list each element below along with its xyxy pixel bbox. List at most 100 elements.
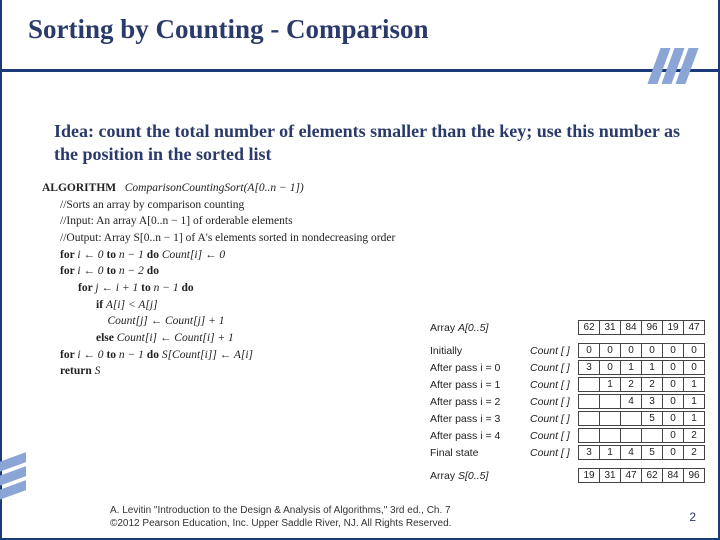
count-label: Count [ ] [530,413,578,425]
footer-citation: A. Levitin "Introduction to the Design &… [110,505,451,530]
trace-row-label: After pass i = 0 [430,362,530,374]
table-cell [620,411,642,426]
trace-row: Final stateCount [ ]314502 [430,445,710,460]
table-cell: 2 [641,377,663,392]
table-cell [620,428,642,443]
table-cell: 2 [683,428,705,443]
table-cell: 0 [662,343,684,358]
trace-row: After pass i = 4Count [ ] 02 [430,428,710,443]
table-cell: 0 [683,360,705,375]
table-cell: 0 [599,343,621,358]
table-cell: 1 [599,377,621,392]
table-cell: 31 [599,320,621,335]
count-label: Count [ ] [530,396,578,408]
table-cell: 2 [620,377,642,392]
table-cell: 96 [641,320,663,335]
table-cell: 1 [641,360,663,375]
algo-name: ComparisonCountingSort(A[0..n − 1]) [125,182,304,194]
trace-row-label: After pass i = 1 [430,379,530,391]
table-cell [578,394,600,409]
trace-row-label: Initially [430,345,530,357]
algo-header: ALGORITHM ComparisonCountingSort(A[0..n … [42,180,450,197]
table-cell: 0 [662,377,684,392]
table-cell: 3 [641,394,663,409]
count-label: Count [ ] [530,430,578,442]
table-cell: 1 [683,377,705,392]
algorithm-box: ALGORITHM ComparisonCountingSort(A[0..n … [36,175,456,385]
table-cell [578,377,600,392]
algo-line4: if A[i] < A[j] [42,297,450,314]
algo-line8: return S [42,363,450,380]
table-cell: 4 [620,445,642,460]
idea-paragraph: Idea: count the total number of elements… [54,120,684,166]
table-cell: 62 [578,320,600,335]
trace-row: After pass i = 1Count [ ]12201 [430,377,710,392]
page-number: 2 [689,510,696,524]
table-cell: 2 [683,445,705,460]
algo-comment3: //Output: Array S[0..n − 1] of A's eleme… [42,230,450,247]
footer-line2: ©2012 Pearson Education, Inc. Upper Sadd… [110,518,451,531]
trace-row: InitiallyCount [ ]000000 [430,343,710,358]
table-cell [599,411,621,426]
table-cell: 1 [683,411,705,426]
table-cell: 0 [662,394,684,409]
algo-comment1: //Sorts an array by comparison counting [42,197,450,214]
count-label: Count [ ] [530,362,578,374]
algo-line2: for i ← 0 to n − 2 do [42,263,450,280]
decoration-bottom-left [0,454,26,496]
table-cell: 0 [578,343,600,358]
algo-comment2: //Input: An array A[0..n − 1] of orderab… [42,213,450,230]
table-cell: 0 [662,360,684,375]
trace-row-label: After pass i = 3 [430,413,530,425]
table-cell: 0 [662,428,684,443]
table-cell: 47 [683,320,705,335]
trace-row: After pass i = 0Count [ ]301100 [430,360,710,375]
table-cell: 3 [578,360,600,375]
slide-title: Sorting by Counting - Comparison [28,14,692,45]
algo-line6: else Count[i] ← Count[i] + 1 [42,330,450,347]
algo-keyword: ALGORITHM [42,182,116,194]
table-cell: 0 [620,343,642,358]
table-cell: 62 [641,468,663,483]
table-cell: 84 [620,320,642,335]
table-cell: 0 [683,343,705,358]
table-cell: 19 [662,320,684,335]
algo-line3: for j ← i + 1 to n − 1 do [42,280,450,297]
table-cell: 0 [599,360,621,375]
trace-table: Array A[0..5] 623184961947 InitiallyCoun… [430,320,710,485]
table-cell: 5 [641,411,663,426]
table-cell: 0 [662,411,684,426]
trace-row-label: After pass i = 2 [430,396,530,408]
table-cell [599,428,621,443]
trace-row-label: Final state [430,447,530,459]
trace-array-A: Array A[0..5] 623184961947 [430,320,710,335]
table-cell: 4 [620,394,642,409]
table-cell [641,428,663,443]
footer-line1: A. Levitin "Introduction to the Design &… [110,505,451,518]
algo-line1: for i ← 0 to n − 1 do Count[i] ← 0 [42,247,450,264]
table-cell: 1 [620,360,642,375]
count-label: Count [ ] [530,379,578,391]
table-cell: 47 [620,468,642,483]
table-cell [578,411,600,426]
count-label: Count [ ] [530,345,578,357]
table-cell: 31 [599,468,621,483]
table-cell: 1 [683,394,705,409]
table-cell: 1 [599,445,621,460]
table-cell: 96 [683,468,705,483]
table-cell: 5 [641,445,663,460]
table-cell: 3 [578,445,600,460]
decoration-top-right [650,48,692,89]
trace-row: After pass i = 2Count [ ] 4301 [430,394,710,409]
table-cell [578,428,600,443]
table-cell [599,394,621,409]
table-cell: 0 [662,445,684,460]
table-cell: 84 [662,468,684,483]
algo-line7: for i ← 0 to n − 1 do S[Count[i]] ← A[i] [42,347,450,364]
algo-line5: Count[j] ← Count[j] + 1 [42,313,450,330]
trace-row: After pass i = 3Count [ ] 501 [430,411,710,426]
trace-row-label: After pass i = 4 [430,430,530,442]
title-bar: Sorting by Counting - Comparison [0,0,720,72]
table-cell: 0 [641,343,663,358]
trace-array-S: Array S[0..5] 193147628496 [430,468,710,483]
